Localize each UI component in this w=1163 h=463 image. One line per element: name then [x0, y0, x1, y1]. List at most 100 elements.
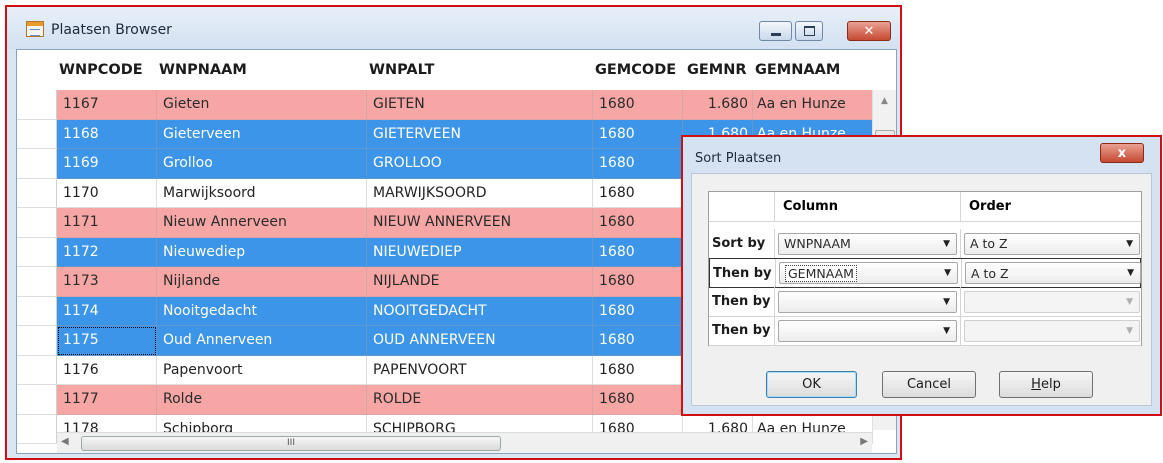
chevron-down-icon[interactable]: ▼ — [1126, 297, 1133, 307]
cell-wnpalt[interactable]: GIETERVEEN — [367, 119, 593, 149]
cell-wnpalt[interactable]: ROLDE — [367, 385, 593, 415]
sort-column-dropdown[interactable]: ▼ — [778, 290, 957, 313]
cell-gemcode[interactable]: 1680 — [593, 90, 683, 120]
chevron-down-icon[interactable]: ▼ — [943, 297, 950, 307]
sort-order-dropdown[interactable]: A to Z ▼ — [964, 232, 1140, 255]
row-selector[interactable] — [17, 326, 57, 356]
scroll-left-icon[interactable]: ◀ — [61, 436, 69, 447]
chevron-down-icon[interactable]: ▼ — [943, 239, 950, 249]
cell-wnpcode[interactable]: 1168 — [57, 119, 157, 149]
horizontal-scrollbar[interactable]: ◀ III ▶ — [57, 432, 872, 453]
cell-wnpcode[interactable]: 1167 — [57, 90, 157, 120]
cell-wnpcode[interactable]: 1176 — [57, 355, 157, 385]
sort-column-dropdown[interactable]: ▼ — [778, 319, 957, 342]
row-selector[interactable] — [17, 149, 57, 179]
cell-wnpnaam[interactable]: Nooitgedacht — [157, 296, 367, 326]
cell-wnpnaam[interactable]: Rolde — [157, 385, 367, 415]
table-app-icon — [26, 21, 44, 37]
scroll-right-icon[interactable]: ▶ — [860, 436, 868, 447]
cell-wnpalt[interactable]: MARWIJKSOORD — [367, 178, 593, 208]
cell-wnpnaam[interactable]: Nieuwediep — [157, 237, 367, 267]
column-header-gemnr[interactable]: GEMNR — [683, 50, 753, 90]
dialog-close-button[interactable]: x — [1100, 143, 1144, 163]
cell-wnpcode[interactable]: 1170 — [57, 178, 157, 208]
sort-column-dropdown[interactable]: WNPNAAM ▼ — [778, 232, 957, 255]
cell-gemcode[interactable]: 1680 — [593, 355, 683, 385]
cell-gemnr[interactable]: 1.680 — [683, 90, 753, 120]
sort-column-dropdown[interactable]: GEMNAAM ▼ — [779, 262, 958, 284]
cell-wnpnaam[interactable]: Gieten — [157, 90, 367, 120]
horizontal-scroll-thumb[interactable]: III — [81, 436, 501, 451]
cell-wnpnaam[interactable]: Oud Annerveen — [157, 326, 367, 356]
cell-wnpnaam[interactable]: Marwijksoord — [157, 178, 367, 208]
column-header-gemnaam[interactable]: GEMNAAM — [753, 50, 873, 90]
table-row[interactable]: 1167 Gieten GIETEN 1680 1.680 Aa en Hunze — [17, 90, 873, 120]
sort-order-dropdown[interactable]: ▼ — [964, 290, 1140, 313]
maximize-button[interactable] — [795, 21, 823, 41]
cell-wnpalt[interactable]: OUD ANNERVEEN — [367, 326, 593, 356]
minimize-icon — [770, 32, 781, 36]
cell-wnpcode[interactable]: 1177 — [57, 385, 157, 415]
chevron-down-icon[interactable]: ▼ — [944, 268, 951, 278]
scroll-up-icon[interactable]: ▲ — [881, 96, 888, 106]
cell-wnpnaam[interactable]: Nieuw Annerveen — [157, 208, 367, 238]
cell-wnpcode[interactable]: 1172 — [57, 237, 157, 267]
row-selector[interactable] — [17, 90, 57, 120]
cell-wnpalt[interactable]: GROLLOO — [367, 149, 593, 179]
row-selector[interactable] — [17, 237, 57, 267]
cell-gemcode[interactable]: 1680 — [593, 326, 683, 356]
chevron-down-icon[interactable]: ▼ — [1126, 326, 1133, 336]
cell-gemcode[interactable]: 1680 — [593, 178, 683, 208]
sort-dialog: Sort Plaatsen x Column Order Sort by WNPN… — [681, 135, 1162, 416]
cell-wnpcode[interactable]: 1171 — [57, 208, 157, 238]
browser-titlebar[interactable]: Plaatsen Browser ✕ — [7, 7, 900, 49]
cell-gemcode[interactable]: 1680 — [593, 296, 683, 326]
row-selector[interactable] — [17, 208, 57, 238]
sort-order-dropdown[interactable]: A to Z ▼ — [965, 262, 1141, 284]
cell-wnpcode[interactable]: 1173 — [57, 267, 157, 297]
cell-wnpnaam[interactable]: Gieterveen — [157, 119, 367, 149]
cell-wnpcode[interactable]: 1169 — [57, 149, 157, 179]
cell-gemcode[interactable]: 1680 — [593, 119, 683, 149]
row-selector[interactable] — [17, 414, 57, 444]
close-button[interactable]: ✕ — [847, 21, 891, 41]
column-header-wnpalt[interactable]: WNPALT — [367, 50, 593, 90]
sort-order-dropdown[interactable]: ▼ — [964, 319, 1140, 342]
chevron-down-icon[interactable]: ▼ — [1126, 239, 1133, 249]
row-selector[interactable] — [17, 119, 57, 149]
cell-wnpnaam[interactable]: Nijlande — [157, 267, 367, 297]
row-selector[interactable] — [17, 178, 57, 208]
row-selector[interactable] — [17, 267, 57, 297]
column-header-wnpnaam[interactable]: WNPNAAM — [157, 50, 367, 90]
minimize-button[interactable] — [759, 21, 792, 41]
cell-wnpalt[interactable]: PAPENVOORT — [367, 355, 593, 385]
cell-wnpnaam[interactable]: Grolloo — [157, 149, 367, 179]
chevron-down-icon[interactable]: ▼ — [943, 326, 950, 336]
cell-wnpalt[interactable]: NIEUW ANNERVEEN — [367, 208, 593, 238]
row-selector[interactable] — [17, 296, 57, 326]
column-header-gemcode[interactable]: GEMCODE — [593, 50, 683, 90]
window-title: Plaatsen Browser — [51, 22, 172, 38]
cell-wnpnaam[interactable]: Papenvoort — [157, 355, 367, 385]
row-selector[interactable] — [17, 355, 57, 385]
column-header: Column — [775, 192, 961, 221]
column-header-wnpcode[interactable]: WNPCODE — [57, 50, 157, 90]
cell-gemcode[interactable]: 1680 — [593, 267, 683, 297]
ok-button[interactable]: OK — [766, 371, 857, 398]
cell-gemcode[interactable]: 1680 — [593, 385, 683, 415]
cell-gemcode[interactable]: 1680 — [593, 149, 683, 179]
cell-gemcode[interactable]: 1680 — [593, 237, 683, 267]
cell-wnpalt[interactable]: GIETEN — [367, 90, 593, 120]
chevron-down-icon[interactable]: ▼ — [1127, 268, 1134, 278]
cell-gemnaam[interactable]: Aa en Hunze — [753, 90, 873, 120]
cell-wnpalt[interactable]: NOOITGEDACHT — [367, 296, 593, 326]
cell-wnpcode[interactable]: 1174 — [57, 296, 157, 326]
cell-gemcode[interactable]: 1680 — [593, 208, 683, 238]
cancel-button[interactable]: Cancel — [882, 371, 976, 398]
row-selector[interactable] — [17, 385, 57, 415]
sort-row-label: Then by — [709, 287, 775, 316]
cell-wnpalt[interactable]: NIJLANDE — [367, 267, 593, 297]
cell-wnpcode[interactable]: 1175 — [57, 326, 157, 356]
help-button[interactable]: Help — [999, 371, 1093, 398]
cell-wnpalt[interactable]: NIEUWEDIEP — [367, 237, 593, 267]
